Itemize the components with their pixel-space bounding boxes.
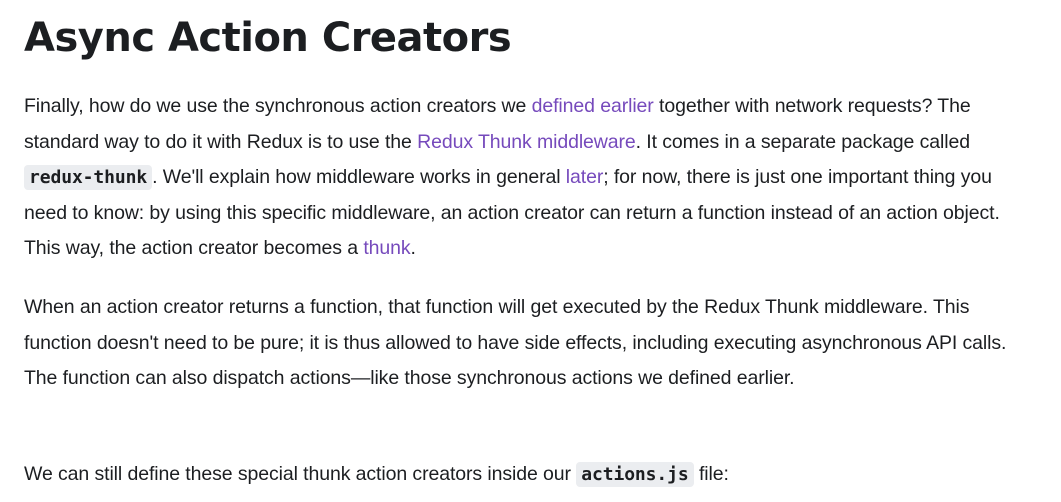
inline-code-actions-js: actions.js: [576, 462, 694, 487]
paragraph-text: .: [410, 237, 416, 259]
paragraph-text: . It comes in a separate package called: [635, 130, 970, 153]
inline-code-redux-thunk: redux-thunk: [24, 165, 153, 190]
link-defined-earlier[interactable]: defined earlier: [532, 95, 654, 117]
paragraph-text: Finally, how do we use the synchronous a…: [24, 95, 532, 117]
paragraph-actions-file: We can still define these special thunk …: [24, 457, 1034, 493]
paragraph-thunk-explanation: When an action creator returns a functio…: [24, 296, 1007, 389]
paragraph-text: We can still define these special thunk …: [24, 463, 577, 485]
link-thunk[interactable]: thunk: [363, 237, 410, 259]
paragraph-intro: Finally, how do we use the synchronous a…: [24, 89, 1034, 267]
link-redux-thunk-middleware[interactable]: Redux Thunk middleware: [417, 131, 636, 153]
paragraph-text: file:: [693, 463, 729, 485]
article-content: Async Action Creators Finally, how do we…: [24, 0, 1034, 487]
paragraph-text: . We'll explain how middleware works in …: [152, 166, 566, 188]
page-title: Async Action Creators: [24, 15, 512, 61]
link-later[interactable]: later: [566, 166, 604, 188]
